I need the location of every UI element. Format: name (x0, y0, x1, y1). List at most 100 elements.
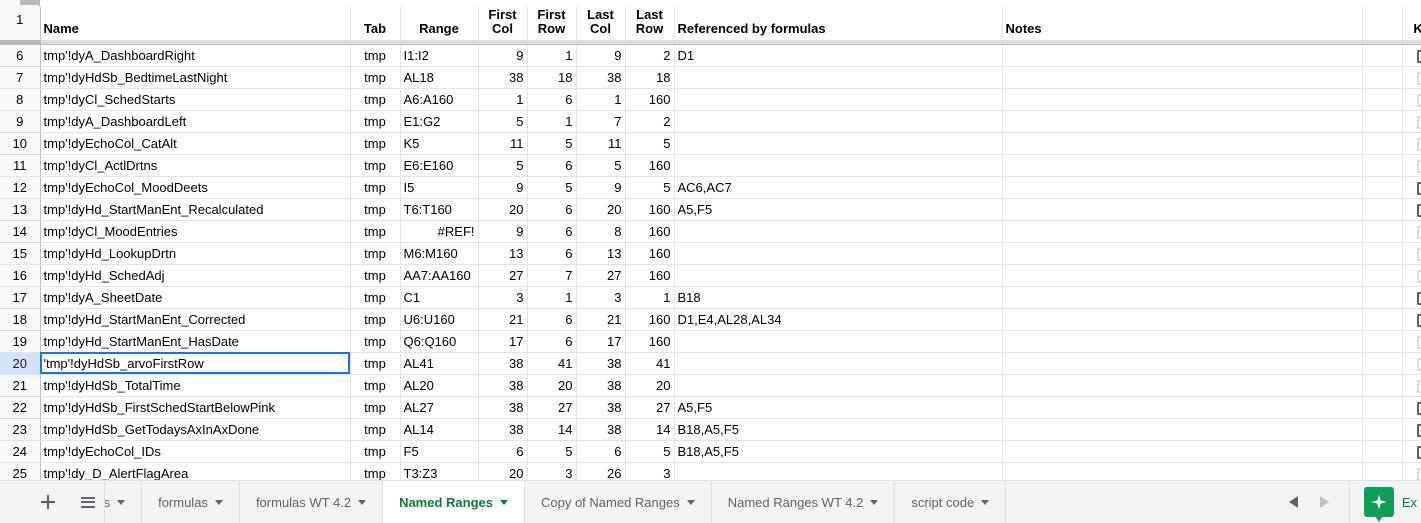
cell-first-col[interactable]: 1 (478, 88, 528, 111)
cell-notes[interactable] (1002, 220, 1363, 243)
cell-referenced-by-formulas[interactable]: A5,F5 (674, 198, 1003, 221)
cell-referenced-by-formulas[interactable]: A5,F5 (674, 396, 1003, 419)
cell-range[interactable]: Q6:Q160 (400, 330, 479, 353)
cell-kill[interactable] (1402, 88, 1421, 111)
table-row[interactable]: 22 tmp'!dyHdSb_FirstSchedStartBelowPink tm… (0, 396, 1421, 419)
cell-range[interactable]: AL27 (400, 396, 479, 419)
cell-last-col[interactable]: 5 (576, 154, 626, 177)
cell-referenced-by-formulas[interactable] (674, 220, 1003, 243)
cell-name[interactable]: tmp'!dyCl_ActlDrtns (40, 154, 351, 177)
cell-first-col[interactable]: 5 (478, 110, 528, 133)
cell-kill[interactable] (1402, 286, 1421, 309)
table-row[interactable]: 15 tmp'!dyHd_LookupDrtn tmp M6:M160 13 6 13 160 (0, 242, 1421, 265)
row-number-17[interactable]: 17 (0, 286, 41, 309)
cell-first-row[interactable]: 41 (527, 352, 577, 375)
cell-kill[interactable] (1402, 44, 1421, 67)
cell-name[interactable]: 'tmp'!dyHdSb_arvoFirstRow (40, 352, 351, 375)
chevron-down-icon[interactable] (686, 499, 695, 505)
cell-notes[interactable] (1002, 44, 1363, 67)
cell-last-col[interactable]: 3 (576, 286, 626, 309)
row-number-25[interactable]: 25 (0, 462, 41, 480)
kill-checkbox[interactable] (1417, 401, 1421, 415)
cell-referenced-by-formulas[interactable]: B18,A5,F5 (674, 440, 1003, 463)
cell-last-row[interactable]: 160 (625, 198, 675, 221)
cell-notes[interactable] (1002, 198, 1363, 221)
cell-notes[interactable] (1002, 286, 1363, 309)
cell-range[interactable]: C1 (400, 286, 479, 309)
cell-first-row[interactable]: 14 (527, 418, 577, 441)
row-number-9[interactable]: 9 (0, 110, 41, 133)
cell-last-row[interactable]: 1 (625, 286, 675, 309)
cell-last-row[interactable]: 160 (625, 154, 675, 177)
cell-first-row[interactable]: 6 (527, 198, 577, 221)
cell-first-col[interactable]: 11 (478, 132, 528, 155)
table-row[interactable]: 9 tmp'!dyA_DashboardLeft tmp E1:G2 5 1 7 2 (0, 110, 1421, 133)
cell-range[interactable]: K5 (400, 132, 479, 155)
table-row[interactable]: 24 tmp'!dyEchoCol_IDs tmp F5 6 5 6 5 B18,A5,F5 (0, 440, 1421, 463)
row-number-21[interactable]: 21 (0, 374, 41, 397)
kill-checkbox[interactable] (1417, 335, 1421, 349)
cell-kill[interactable] (1402, 176, 1421, 199)
table-row[interactable]: 21 tmp'!dyHdSb_TotalTime tmp AL20 38 20 38 20 (0, 374, 1421, 397)
row-number-10[interactable]: 10 (0, 132, 41, 155)
cell-last-col[interactable]: 38 (576, 352, 626, 375)
cell-name[interactable]: tmp'!dyHd_StartManEnt_Recalculated (40, 198, 351, 221)
cell-name[interactable]: tmp'!dyHdSb_FirstSchedStartBelowPink (40, 396, 351, 419)
sheet-tab-formulas[interactable]: formulas (142, 481, 240, 523)
row-number-14[interactable]: 14 (0, 220, 41, 243)
table-row[interactable]: 23 tmp'!dyHdSb_GetTodaysAxInAxDone tmp AL14… (0, 418, 1421, 441)
cell-last-row[interactable]: 14 (625, 418, 675, 441)
cell-last-row[interactable]: 3 (625, 462, 675, 480)
scroll-tabs-left-icon[interactable] (1288, 496, 1298, 508)
cell-tab[interactable]: tmp (350, 374, 401, 397)
cell-referenced-by-formulas[interactable]: AC6,AC7 (674, 176, 1003, 199)
sheet-tab-named-ranges-wt-4-2[interactable]: Named Ranges WT 4.2 (712, 481, 896, 523)
cell-kill[interactable] (1402, 154, 1421, 177)
cell-notes[interactable] (1002, 418, 1363, 441)
cell-first-col[interactable]: 27 (478, 264, 528, 287)
cell-first-row[interactable]: 6 (527, 154, 577, 177)
kill-checkbox[interactable] (1417, 49, 1421, 63)
cell-notes[interactable] (1002, 132, 1363, 155)
cell-kill[interactable] (1402, 396, 1421, 419)
cell-kill[interactable] (1402, 308, 1421, 331)
row-number-12[interactable]: 12 (0, 176, 41, 199)
cell-first-row[interactable]: 6 (527, 88, 577, 111)
cell-kill[interactable] (1402, 440, 1421, 463)
cell-last-col[interactable]: 21 (576, 308, 626, 331)
cell-name[interactable]: tmp'!dyA_SheetDate (40, 286, 351, 309)
cell-name[interactable]: tmp'!dyA_DashboardLeft (40, 110, 351, 133)
cell-last-col[interactable]: 9 (576, 176, 626, 199)
cell-tab[interactable]: tmp (350, 88, 401, 111)
row-number-18[interactable]: 18 (0, 308, 41, 331)
cell-name[interactable]: tmp'!dyA_DashboardRight (40, 44, 351, 67)
cell-tab[interactable]: tmp (350, 286, 401, 309)
cell-tab[interactable]: tmp (350, 352, 401, 375)
cell-last-col[interactable]: 38 (576, 374, 626, 397)
table-row[interactable]: 12 tmp'!dyEchoCol_MoodDeets tmp I5 9 5 9 5 AC6,A… (0, 176, 1421, 199)
cell-first-col[interactable]: 13 (478, 242, 528, 265)
frozen-handle[interactable] (20, 0, 40, 5)
cell-kill[interactable] (1402, 198, 1421, 221)
cell-kill[interactable] (1402, 66, 1421, 89)
cell-last-col[interactable]: 13 (576, 242, 626, 265)
cell-referenced-by-formulas[interactable] (674, 374, 1003, 397)
cell-notes[interactable] (1002, 374, 1363, 397)
cell-last-col[interactable]: 20 (576, 198, 626, 221)
cell-range[interactable]: I5 (400, 176, 479, 199)
row-number-15[interactable]: 15 (0, 242, 41, 265)
cell-kill[interactable] (1402, 242, 1421, 265)
chevron-down-icon[interactable] (214, 499, 223, 505)
table-row[interactable]: 6 tmp'!dyA_DashboardRight tmp I1:I2 9 1 9 2 D1 (0, 44, 1421, 67)
table-row[interactable]: 7 tmp'!dyHdSb_BedtimeLastNight tmp AL18 38 18… (0, 66, 1421, 89)
cell-tab[interactable]: tmp (350, 264, 401, 287)
cell-last-row[interactable]: 27 (625, 396, 675, 419)
row-number-6[interactable]: 6 (0, 44, 41, 67)
cell-name[interactable]: tmp'!dyHd_SchedAdj (40, 264, 351, 287)
cell-notes[interactable] (1002, 154, 1363, 177)
row-number-8[interactable]: 8 (0, 88, 41, 111)
sheet-tab-named-ranges[interactable]: Named Ranges (383, 481, 525, 523)
cell-first-row[interactable]: 1 (527, 110, 577, 133)
cell-first-row[interactable]: 7 (527, 264, 577, 287)
table-row[interactable]: 16 tmp'!dyHd_SchedAdj tmp AA7:AA160 27 7 27 160 (0, 264, 1421, 287)
